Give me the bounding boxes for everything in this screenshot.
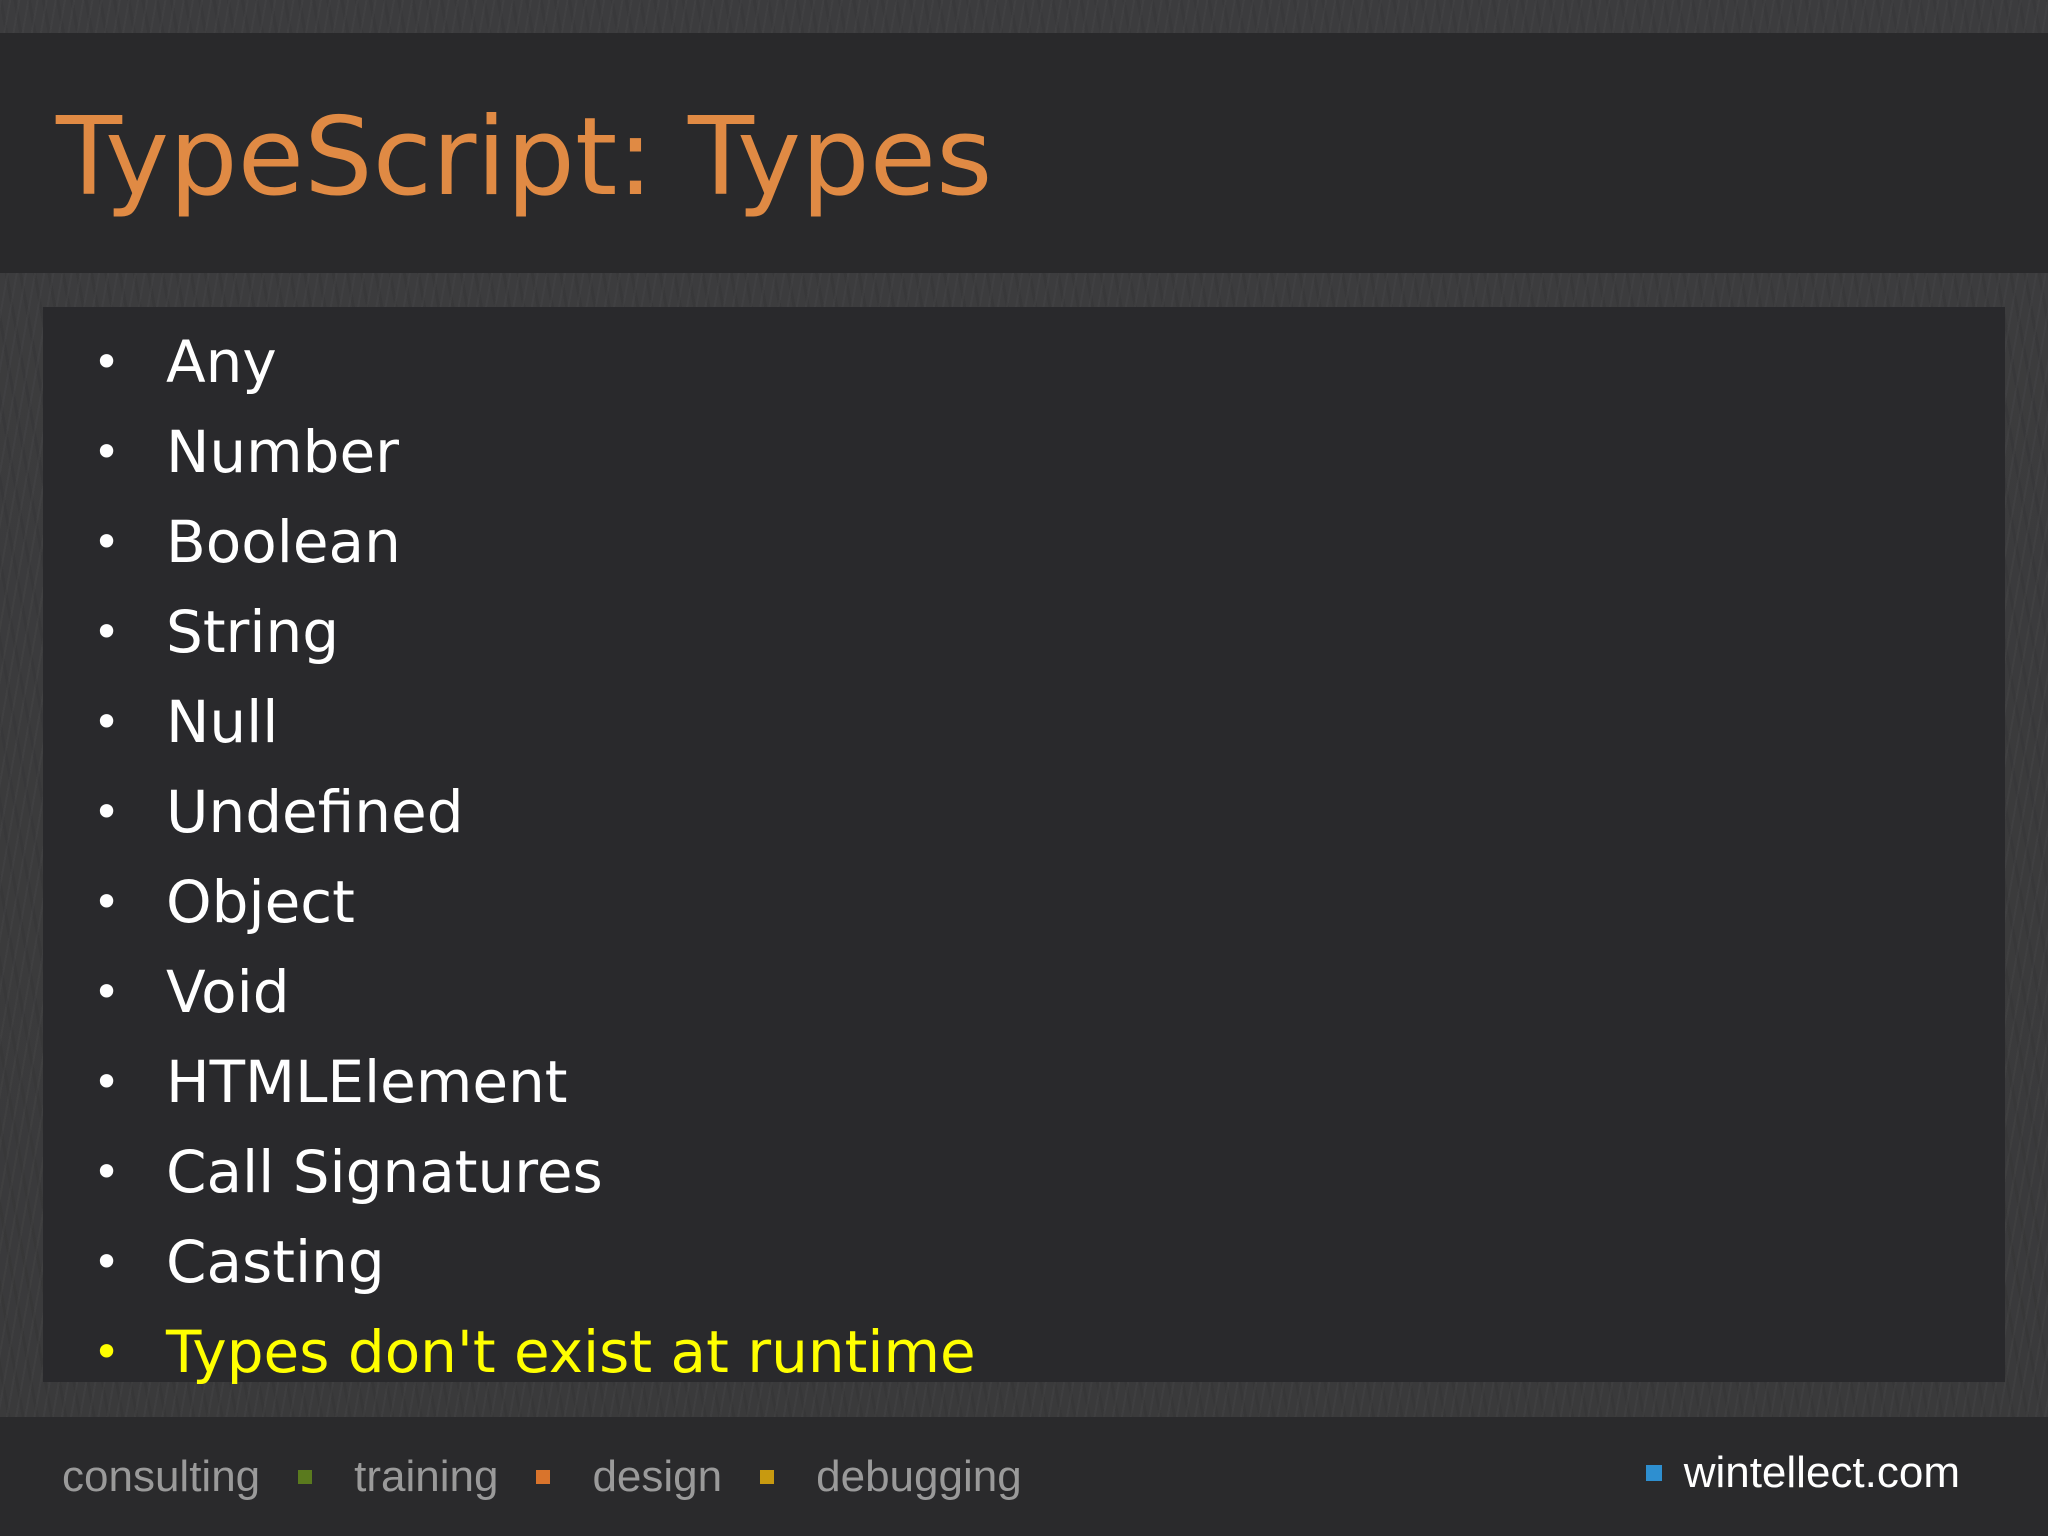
bullet-icon: •: [93, 515, 121, 569]
bullet-icon: •: [93, 335, 121, 389]
orange-square-icon: [536, 1470, 551, 1484]
footer-item-consulting: consulting: [62, 1452, 261, 1501]
bullet-text: HTMLElement: [166, 1048, 568, 1116]
bullet-text: Void: [166, 958, 290, 1026]
content-panel: • Any • Number • Boolean • String • Null • Undefine…: [43, 307, 2005, 1386]
footer-item-debugging: debugging: [816, 1452, 1022, 1501]
site-link[interactable]: wintellect.com: [1684, 1448, 1960, 1498]
bullet-text: Object: [166, 868, 355, 936]
slide-title: TypeScript: Types: [56, 95, 993, 220]
bullet-icon: •: [93, 1235, 121, 1289]
bullet-text: Number: [166, 418, 399, 486]
bullet-text: Undefined: [166, 778, 464, 846]
footer-item-training: training: [354, 1452, 499, 1501]
bullet-icon: •: [93, 1325, 121, 1379]
bullet-icon: •: [93, 605, 121, 659]
bullet-icon: •: [93, 785, 121, 839]
green-square-icon: [298, 1470, 313, 1484]
bullet-text: Null: [166, 688, 279, 756]
bullet-icon: •: [93, 1055, 121, 1109]
bullet-icon: •: [93, 425, 121, 479]
bullet-icon: •: [93, 695, 121, 749]
footer-tagline: consulting training design debugging: [62, 1448, 1022, 1506]
bullet-text: String: [166, 598, 340, 666]
footer-item-design: design: [592, 1452, 723, 1501]
bullet-icon: •: [93, 1145, 121, 1199]
bullet-text: Boolean: [166, 508, 401, 576]
bullet-text: Call Signatures: [166, 1138, 603, 1206]
bullet-text: Any: [166, 328, 277, 396]
blue-square-icon: [1645, 1465, 1662, 1481]
bullet-text: Types don't exist at runtime: [166, 1318, 976, 1386]
bullet-icon: •: [93, 965, 121, 1019]
footer-site: wintellect.com: [1645, 1444, 1960, 1502]
bullet-icon: •: [93, 875, 121, 929]
bullet-text: Casting: [166, 1228, 385, 1296]
gold-square-icon: [760, 1470, 775, 1484]
